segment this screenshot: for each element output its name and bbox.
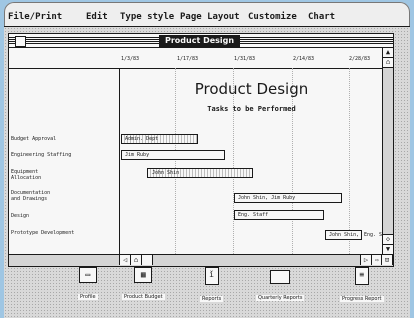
- timeline-header: 1/3/83 1/17/83 1/31/83 2/14/83 2/28/83: [9, 48, 393, 69]
- menu-customize[interactable]: Customize: [248, 12, 297, 22]
- menu-chart[interactable]: Chart: [308, 12, 335, 22]
- task-bar-label: John Shin, Jim Ruby: [238, 195, 296, 201]
- document-icon: ǐ: [204, 267, 219, 285]
- menu-edit[interactable]: Edit: [86, 12, 108, 22]
- chart-subtitle: Tasks to be Performed: [207, 105, 296, 113]
- task-label: Equipment Allocation: [11, 169, 42, 181]
- horizontal-scrollbar[interactable]: ◁ ⌂ ▷ ⇨ ⊡: [9, 254, 393, 266]
- desktop-icon-profile[interactable]: ▭ Profile: [78, 267, 98, 302]
- task-bar-label: Eng. Staff: [238, 212, 269, 218]
- scroll-up-icon[interactable]: ▲: [383, 48, 393, 58]
- menu-type-style[interactable]: Type style: [120, 12, 174, 22]
- spreadsheet-icon: ▦: [134, 267, 153, 283]
- icon-label: Product Budget: [122, 294, 165, 300]
- drive-icon: ▭: [78, 267, 97, 283]
- task-label: Engineering Staffing: [11, 152, 72, 158]
- close-box-icon[interactable]: [15, 36, 26, 47]
- task-bar[interactable]: John Shin, Jim Ruby: [234, 193, 342, 203]
- task-bar[interactable]: Eng. Staff: [234, 210, 324, 220]
- desktop-icon-product-budget[interactable]: ▦ Product Budget: [122, 267, 165, 302]
- page-up-icon[interactable]: ⌂: [383, 58, 393, 68]
- task-labels: Budget Approval Engineering Staffing Equ…: [9, 68, 119, 254]
- task-label: Design: [11, 213, 30, 219]
- icon-label: Profile: [78, 294, 98, 300]
- timeline-date: 1/17/83: [177, 56, 199, 62]
- screen: File/Print Edit Type style Page Layout C…: [4, 2, 410, 318]
- task-bar-label: John Shin,: [329, 232, 360, 238]
- desktop-icon-reports[interactable]: ǐ Reports: [200, 267, 224, 304]
- task-bar[interactable]: John Shin,: [325, 230, 362, 240]
- desktop-icon-quarterly-reports[interactable]: Quarterly Reports: [256, 267, 305, 303]
- task-label: Prototype Development: [11, 230, 75, 236]
- timeline-date: 2/14/83: [293, 56, 315, 62]
- task-label: Budget Approval: [11, 136, 57, 142]
- task-label: Documentation and Drawings: [11, 190, 51, 202]
- task-bar-label: Admin. Dept: [125, 136, 159, 142]
- task-bar[interactable]: Jim Ruby: [121, 150, 225, 160]
- icon-label: Quarterly Reports: [256, 295, 305, 301]
- timeline-date: 2/28/83: [349, 56, 371, 62]
- task-bar[interactable]: John Shin: [147, 168, 253, 178]
- desktop-icon-progress-report[interactable]: ≡ Progress Report: [340, 267, 384, 304]
- desktop-icons: ▭ Profile ▦ Product Budget ǐ Reports Qua…: [4, 267, 410, 317]
- chart-title: Product Design: [194, 80, 309, 98]
- timeline-date: 1/3/83: [121, 56, 140, 62]
- menu-page-layout[interactable]: Page Layout: [180, 12, 240, 22]
- grow-box-icon[interactable]: ⊡: [381, 255, 393, 265]
- folder-icon: [270, 270, 291, 284]
- task-bar[interactable]: Admin. Dept: [121, 134, 198, 144]
- menu-bar: File/Print Edit Type style Page Layout C…: [4, 8, 410, 26]
- menu-file-print[interactable]: File/Print: [8, 12, 62, 22]
- gantt-chart: Product Design Tasks to be Performed Adm…: [119, 68, 394, 254]
- window-title: Product Design: [159, 35, 241, 47]
- document-window: Product Design 1/3/83 1/17/83 1/31/83 2/…: [8, 33, 394, 267]
- document-icon: ≡: [354, 267, 369, 285]
- icon-label: Reports: [200, 296, 224, 302]
- scroll-thumb[interactable]: [141, 255, 153, 265]
- task-bar-label: Jim Ruby: [125, 152, 150, 158]
- icon-label: Progress Report: [340, 296, 384, 302]
- desktop: Product Design 1/3/83 1/17/83 1/31/83 2/…: [4, 27, 410, 318]
- vertical-scrollbar[interactable]: ▲ ⌂ ◇ ▼: [382, 48, 393, 255]
- task-bar-label: John Shin: [152, 170, 180, 176]
- timeline-date: 1/31/83: [234, 56, 256, 62]
